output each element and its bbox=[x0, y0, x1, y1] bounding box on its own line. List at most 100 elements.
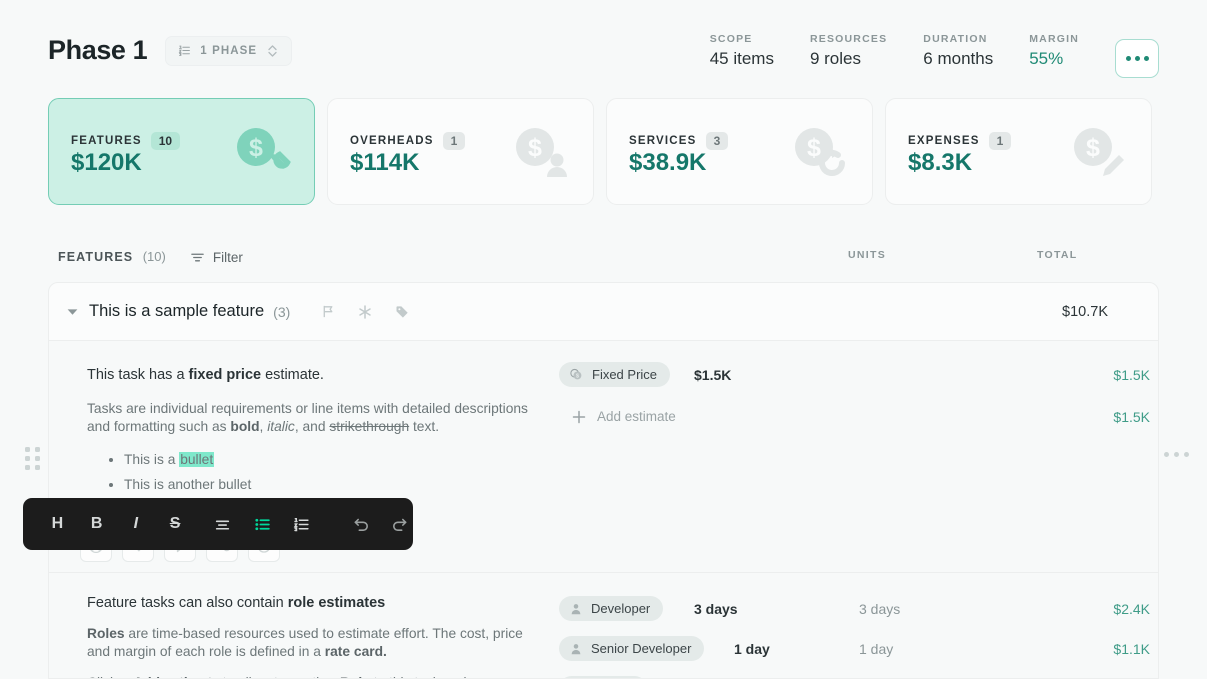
dollar-pencil-icon: $ bbox=[1071, 125, 1129, 183]
align-icon bbox=[214, 516, 231, 533]
feature-total: $10.7K bbox=[1062, 303, 1108, 320]
title-group: Phase 1 1 PHASE bbox=[48, 35, 293, 66]
align-button[interactable] bbox=[210, 509, 236, 539]
ellipsis-icon bbox=[1174, 452, 1179, 457]
estimate-role-label: Senior Developer bbox=[591, 641, 692, 656]
phase-selector[interactable]: 1 PHASE bbox=[165, 35, 293, 66]
summary-card-services[interactable]: SERVICES 3 $38.9K $ bbox=[606, 98, 873, 205]
bullet-list-icon bbox=[254, 516, 271, 533]
filter-button[interactable]: Filter bbox=[190, 250, 243, 265]
add-estimate-button[interactable]: Add estimate bbox=[559, 409, 676, 425]
svg-text:$: $ bbox=[1086, 134, 1100, 162]
strikethrough-button[interactable]: S bbox=[162, 509, 188, 539]
task-body2-mid: to allocate another bbox=[219, 675, 340, 678]
list-count: (10) bbox=[142, 249, 166, 264]
list-header-left: FEATURES (10) Filter bbox=[58, 248, 243, 266]
ellipsis-icon bbox=[1134, 56, 1140, 61]
numbered-list-button[interactable] bbox=[288, 509, 314, 539]
list-header: FEATURES (10) Filter UNITS TOTAL bbox=[48, 243, 1159, 271]
bold-button[interactable]: B bbox=[84, 509, 110, 539]
feature-count: (3) bbox=[273, 303, 291, 320]
task-body: Roles are time-based resources used to e… bbox=[87, 625, 535, 661]
card-label: SERVICES bbox=[629, 135, 697, 147]
card-value: $120K bbox=[71, 149, 142, 176]
estimate-type-pill[interactable]: $ Fixed Price bbox=[559, 362, 671, 387]
estimate-units[interactable]: 1 day bbox=[734, 641, 770, 657]
summary-card-features[interactable]: FEATURES 10 $120K $ bbox=[48, 98, 315, 205]
estimate-row[interactable]: $ Fixed Price $1.5K $1.5K bbox=[559, 359, 1158, 390]
chevron-updown-icon[interactable] bbox=[266, 43, 279, 59]
svg-text:$: $ bbox=[249, 134, 263, 162]
estimate-role-pill[interactable]: Senior Developer bbox=[559, 636, 705, 661]
task-heading-pre: Feature tasks can also contain bbox=[87, 595, 288, 611]
stat-resources: RESOURCES 9 roles bbox=[810, 33, 887, 69]
stat-value: 45 items bbox=[709, 49, 774, 68]
task-body-strikethrough: strikethrough bbox=[329, 419, 410, 435]
card-value: $38.9K bbox=[629, 149, 707, 176]
filter-icon bbox=[190, 250, 205, 265]
task-body2-bold: Role bbox=[340, 675, 370, 678]
card-header: EXPENSES 1 bbox=[908, 132, 1012, 150]
estimate-units[interactable]: $1.5K bbox=[694, 367, 731, 383]
task-body-bold-1: Roles bbox=[87, 626, 125, 641]
flag-icon[interactable] bbox=[321, 304, 336, 319]
bullet-text: This is a bbox=[124, 452, 180, 468]
numbered-list-icon bbox=[293, 516, 310, 533]
column-header-units: UNITS bbox=[848, 249, 886, 261]
estimate-role-label: Developer bbox=[591, 601, 651, 616]
stat-label: RESOURCES bbox=[809, 33, 888, 45]
redo-button[interactable] bbox=[387, 509, 413, 539]
asterisk-icon[interactable] bbox=[357, 304, 373, 320]
summary-card-expenses[interactable]: EXPENSES 1 $8.3K $ bbox=[885, 98, 1152, 205]
dollar-refresh-icon: $ bbox=[792, 125, 850, 183]
stat-label: SCOPE bbox=[709, 33, 753, 45]
feature-icons bbox=[321, 304, 410, 320]
undo-icon bbox=[352, 515, 370, 533]
coins-icon: $ bbox=[569, 367, 584, 382]
heading-button[interactable]: H bbox=[45, 509, 71, 539]
card-value: $8.3K bbox=[908, 149, 973, 176]
page-header: Phase 1 1 PHASE SCOPE 45 items RESOURCES… bbox=[0, 0, 1207, 92]
card-value: $114K bbox=[350, 149, 420, 176]
task-heading-bold: fixed price bbox=[188, 367, 262, 383]
list-ordered-icon bbox=[178, 44, 191, 57]
undo-button[interactable] bbox=[348, 509, 374, 539]
person-icon bbox=[569, 602, 583, 616]
task-heading: Feature tasks can also contain role esti… bbox=[87, 595, 535, 611]
header-more-button[interactable] bbox=[1115, 39, 1159, 78]
task-body2-end: to this task and bbox=[370, 675, 467, 678]
card-header: SERVICES 3 bbox=[629, 132, 729, 150]
estimate-row[interactable]: Senior Developer 1 day 1 day $1.1K bbox=[559, 633, 1158, 664]
list-item: This is another bullet bbox=[124, 477, 535, 492]
estimate-role-pill[interactable]: Developer bbox=[559, 596, 664, 621]
tag-icon[interactable] bbox=[394, 304, 410, 320]
caret-down-icon[interactable] bbox=[63, 305, 81, 318]
bullet-list-button[interactable] bbox=[249, 509, 275, 539]
add-estimate-row[interactable]: Add estimate $1.5K bbox=[559, 401, 1158, 432]
italic-button[interactable]: I bbox=[123, 509, 149, 539]
estimate-row[interactable]: Developer 3 days 3 days $2.4K bbox=[559, 593, 1158, 624]
task-heading-bold: role estimates bbox=[287, 595, 386, 611]
features-panel: This is a sample feature (3) $10.7K This… bbox=[48, 282, 1159, 679]
summary-cards: FEATURES 10 $120K $ OVERHEADS 1 $114K $ bbox=[48, 98, 1152, 205]
feature-row[interactable]: This is a sample feature (3) $10.7K bbox=[49, 283, 1158, 341]
stat-value: 9 roles bbox=[809, 49, 861, 68]
task-description[interactable]: Feature tasks can also contain role esti… bbox=[49, 573, 559, 678]
estimate-units[interactable]: 3 days bbox=[694, 601, 738, 617]
feature-name: This is a sample feature bbox=[89, 302, 265, 320]
ellipsis-icon bbox=[1143, 56, 1149, 61]
estimate-converted: 3 days bbox=[859, 600, 901, 617]
task-heading: This task has a fixed price estimate. bbox=[87, 367, 535, 383]
column-header-total: TOTAL bbox=[1037, 249, 1078, 261]
estimate-row[interactable]: Analyst 4 hours 0.5 days $475 bbox=[559, 673, 1158, 678]
drag-handle-icon[interactable] bbox=[25, 447, 41, 470]
estimate-type-label: Fixed Price bbox=[592, 367, 658, 382]
person-icon bbox=[569, 642, 583, 656]
row-menu-button[interactable] bbox=[1164, 452, 1189, 457]
summary-card-overheads[interactable]: OVERHEADS 1 $114K $ bbox=[327, 98, 594, 205]
phase-chip-label: 1 PHASE bbox=[200, 44, 258, 57]
card-label: OVERHEADS bbox=[350, 135, 434, 147]
list-item: This is a bullet bbox=[124, 452, 535, 468]
card-count-badge: 10 bbox=[150, 132, 181, 150]
task-body2-emphasis: + Add estimate bbox=[121, 675, 219, 678]
